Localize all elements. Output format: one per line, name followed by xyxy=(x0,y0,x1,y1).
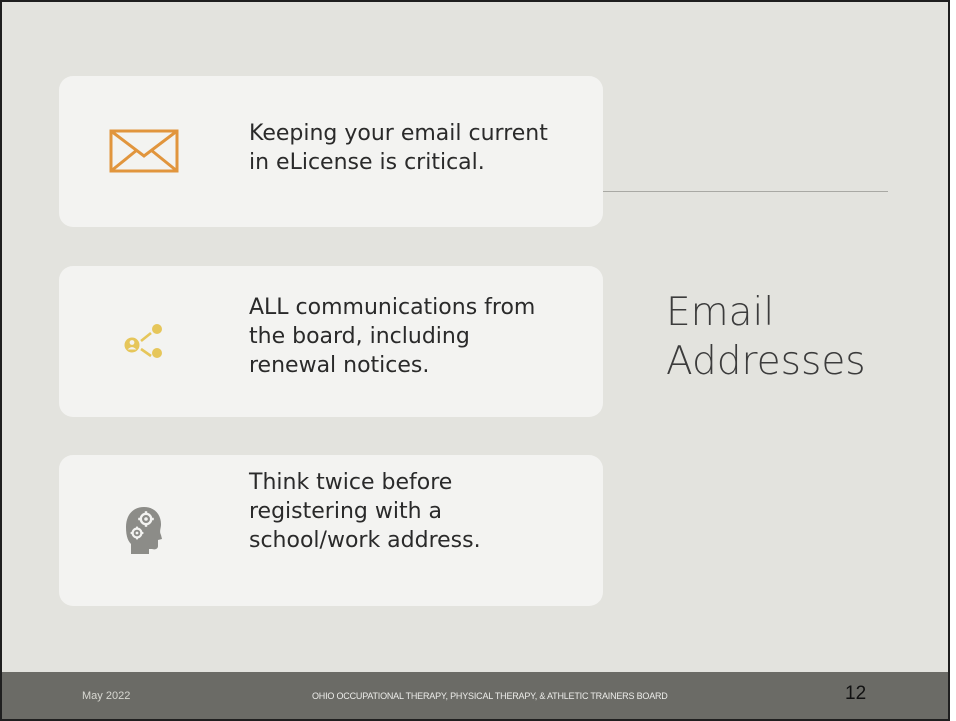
title-divider xyxy=(603,191,888,192)
slide: Keeping your email current in eLicense i… xyxy=(0,0,950,721)
head-gears-icon xyxy=(109,500,179,560)
info-card-communications: ALL communications from the board, inclu… xyxy=(59,266,603,417)
envelope-icon xyxy=(109,121,179,181)
footer-board-name: OHIO OCCUPATIONAL THERAPY, PHYSICAL THER… xyxy=(312,691,668,701)
footer-bar: May 2022 OHIO OCCUPATIONAL THERAPY, PHYS… xyxy=(2,672,948,719)
card-text: ALL communications from the board, inclu… xyxy=(249,295,536,378)
info-card-email-current: Keeping your email current in eLicense i… xyxy=(59,76,603,227)
page-number: 12 xyxy=(845,683,867,704)
card-text: Keeping your email current in eLicense i… xyxy=(249,121,548,175)
info-card-think-twice: Think twice before registering with a sc… xyxy=(59,455,603,606)
card-text: Think twice before registering with a sc… xyxy=(249,470,481,553)
slide-title: Email Addresses xyxy=(666,290,866,384)
footer-date: May 2022 xyxy=(82,690,131,702)
share-contact-icon xyxy=(109,311,179,371)
